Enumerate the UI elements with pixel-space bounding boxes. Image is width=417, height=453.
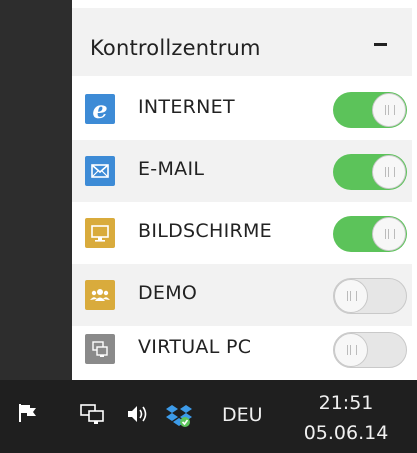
list-item-virtual-pc: VIRTUAL PC [72,318,412,380]
speaker-icon[interactable] [124,400,152,432]
toggle-knob [334,279,368,313]
toggle-bildschirme[interactable] [333,216,407,252]
clock-time: 21:51 [318,392,374,414]
item-label: E-MAIL [138,158,205,180]
taskbar: DEU 21:51 05.06.14 [0,380,417,453]
item-label: BILDSCHIRME [138,220,272,242]
item-label: DEMO [138,282,198,304]
svg-text:e: e [92,95,107,124]
list-item-bildschirme: BILDSCHIRME [72,202,412,264]
monitor-icon [85,218,115,248]
list-item-demo: DEMO [72,264,412,326]
flag-icon[interactable] [16,400,42,430]
internet-explorer-icon: e [85,94,115,124]
panel-header: Kontrollzentrum [72,8,412,76]
toggle-knob [372,217,406,251]
desktop-background [0,0,72,380]
network-icon[interactable] [78,400,106,432]
language-indicator[interactable]: DEU [222,404,263,426]
item-label: VIRTUAL PC [138,336,252,358]
collapse-button[interactable] [366,30,394,58]
panel-title: Kontrollzentrum [90,36,261,60]
toggle-internet[interactable] [333,92,407,128]
toggle-knob [334,333,368,367]
clock-date: 05.06.14 [303,422,389,444]
toggle-email[interactable] [333,154,407,190]
virtual-pc-icon [85,334,115,364]
toggle-demo[interactable] [333,278,407,314]
list-item-internet: e INTERNET [72,78,412,140]
dropbox-icon[interactable] [164,400,194,434]
control-center-panel: Kontrollzentrum e INTERNET E-MAIL BILDSC… [72,0,417,380]
mail-icon [85,156,115,186]
item-label: INTERNET [138,96,235,118]
toggle-knob [372,93,406,127]
system-clock[interactable]: 21:51 05.06.14 [286,388,406,448]
toggle-knob [372,155,406,189]
list-item-email: E-MAIL [72,140,412,202]
toggle-virtual-pc[interactable] [333,332,407,368]
users-icon [85,280,115,310]
